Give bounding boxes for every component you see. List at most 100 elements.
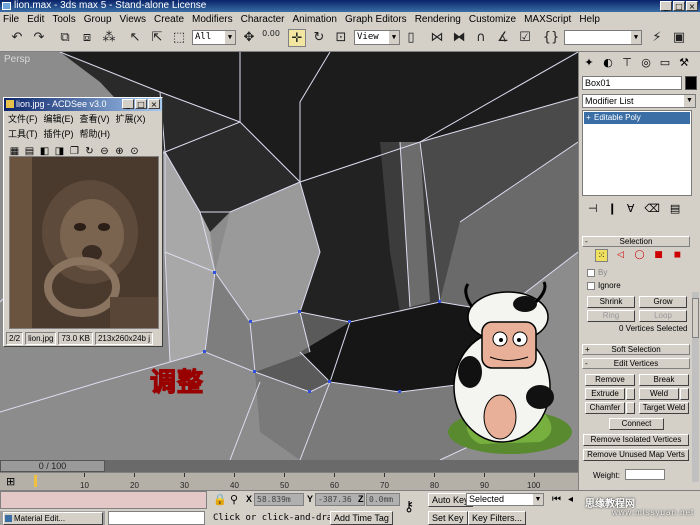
acdsee-menu-plugins[interactable]: 插件(P)	[44, 127, 74, 140]
select-icon[interactable]: ↖	[126, 29, 144, 47]
select-move-icon-alt[interactable]: ✥	[240, 29, 258, 47]
remove-isolated-vertices-button[interactable]: Remove Isolated Vertices	[583, 434, 689, 446]
pivot-center-icon[interactable]: ▯	[402, 29, 420, 47]
open-mini-curve-editor-icon[interactable]: ⊞	[6, 475, 15, 488]
edge-level-icon[interactable]: ◁	[614, 249, 627, 262]
chamfer-button[interactable]: Chamfer	[585, 402, 625, 414]
select-and-move-icon[interactable]: ✛	[288, 29, 306, 47]
acdsee-maximize-button[interactable]: □	[135, 99, 147, 109]
reference-coordinate-dropdown[interactable]: View ▼	[354, 30, 400, 45]
menu-file[interactable]: File	[3, 14, 19, 25]
redo-icon[interactable]: ↷	[30, 29, 48, 47]
menu-maxscript[interactable]: MAXScript	[524, 14, 571, 25]
utilities-tab-icon[interactable]: ⚒	[676, 55, 692, 70]
snap-toggle-icon[interactable]: ∩	[472, 29, 490, 47]
time-slider[interactable]: ‹ 0 / 100	[0, 460, 578, 472]
extrude-settings-button[interactable]	[626, 388, 635, 400]
menu-character[interactable]: Character	[241, 14, 285, 25]
soft-selection-rollout-header[interactable]: + Soft Selection	[582, 344, 690, 355]
undo-icon[interactable]: ↶	[8, 29, 26, 47]
menu-help[interactable]: Help	[579, 14, 600, 25]
make-unique-icon[interactable]: ∀	[627, 202, 635, 218]
acdsee-menu-extend[interactable]: 扩展(X)	[116, 112, 146, 125]
previous-frame-icon[interactable]: ◂	[568, 494, 573, 505]
key-icon[interactable]: ⚷	[404, 499, 414, 515]
close-button[interactable]: ×	[686, 1, 698, 11]
break-button[interactable]: Break	[639, 374, 689, 386]
motion-tab-icon[interactable]: ◎	[638, 55, 654, 70]
edit-vertices-rollout-header[interactable]: - Edit Vertices	[582, 358, 690, 369]
align-icon[interactable]: ⧓	[450, 29, 468, 47]
modifier-list-dropdown[interactable]: Modifier List ▼	[582, 94, 696, 108]
ring-button[interactable]: Ring	[587, 310, 635, 322]
maxscript-listener[interactable]	[0, 491, 207, 509]
maxscript-input[interactable]	[108, 511, 205, 525]
scrollbar-thumb[interactable]	[692, 298, 699, 338]
ignore-backfacing-checkbox[interactable]: Ignore	[587, 281, 621, 290]
maximize-button[interactable]: □	[673, 1, 685, 11]
show-end-result-icon[interactable]: ❙	[608, 202, 617, 218]
border-level-icon[interactable]: ◯	[633, 249, 646, 262]
track-bar[interactable]: ⊞ 10 20 30 40 50 60 70 80 90 100	[0, 472, 578, 490]
remove-modifier-icon[interactable]: ⌫	[644, 202, 660, 218]
set-key-button[interactable]: Set Key	[428, 511, 468, 525]
menu-create[interactable]: Create	[154, 14, 184, 25]
menu-rendering[interactable]: Rendering	[415, 14, 461, 25]
display-tab-icon[interactable]: ▭	[657, 55, 673, 70]
menu-customize[interactable]: Customize	[469, 14, 516, 25]
configure-modifier-sets-icon[interactable]: ▤	[670, 202, 680, 218]
menu-tools[interactable]: Tools	[52, 14, 75, 25]
select-and-rotate-icon[interactable]: ↻	[310, 29, 328, 47]
select-by-name-icon[interactable]: ⇱	[148, 29, 166, 47]
material-editor-icon[interactable]: ☑	[516, 29, 534, 47]
absolute-relative-icon[interactable]: ⚲	[230, 493, 238, 506]
bind-space-warp-icon[interactable]: ⁂	[100, 29, 118, 47]
key-selection-set-dropdown[interactable]: Selected ▼	[466, 493, 544, 506]
expand-icon[interactable]: +	[586, 112, 591, 124]
create-tab-icon[interactable]: ✦	[581, 55, 597, 70]
key-filters-button[interactable]: Key Filters...	[468, 511, 527, 525]
quick-render-icon[interactable]: ⚡	[648, 29, 666, 47]
extrude-button[interactable]: Extrude	[585, 388, 625, 400]
menu-edit[interactable]: Edit	[27, 14, 44, 25]
object-color-swatch[interactable]	[685, 76, 697, 90]
hierarchy-tab-icon[interactable]: ⊤	[619, 55, 635, 70]
modify-tab-icon[interactable]: ◐	[600, 55, 616, 70]
menu-group[interactable]: Group	[84, 14, 112, 25]
menu-views[interactable]: Views	[120, 14, 147, 25]
named-selection-icon[interactable]: {}	[542, 29, 560, 47]
object-name-field[interactable]: Box01	[582, 76, 682, 90]
element-level-icon[interactable]: ◼	[671, 249, 684, 262]
weld-settings-button[interactable]	[680, 388, 689, 400]
time-slider-thumb[interactable]: 0 / 100	[0, 460, 105, 472]
by-vertex-checkbox[interactable]: By	[587, 268, 607, 277]
acdsee-menu-view[interactable]: 查看(V)	[80, 112, 110, 125]
render-scene-icon[interactable]: ▣	[670, 29, 688, 47]
acdsee-menu-help[interactable]: 帮助(H)	[80, 127, 111, 140]
z-coordinate-field[interactable]: 0.0mm	[366, 493, 400, 506]
acdsee-menu-file[interactable]: 文件(F)	[8, 112, 38, 125]
link-icon[interactable]: ⧉	[56, 29, 74, 47]
lock-selection-icon[interactable]: 🔒	[213, 493, 227, 506]
mirror-icon[interactable]: ⋈	[428, 29, 446, 47]
loop-button[interactable]: Loop	[639, 310, 687, 322]
target-weld-button[interactable]: Target Weld	[639, 402, 689, 414]
minimize-button[interactable]: _	[660, 1, 672, 11]
region-select-icon[interactable]: ⬚	[170, 29, 188, 47]
unlink-icon[interactable]: ⧈	[78, 29, 96, 47]
select-and-scale-icon[interactable]: ⊡	[332, 29, 350, 47]
weld-button[interactable]: Weld	[639, 388, 679, 400]
selection-filter-dropdown[interactable]: All ▼	[192, 30, 236, 45]
vertex-level-icon[interactable]: ⁙	[595, 249, 608, 262]
grow-button[interactable]: Grow	[639, 296, 687, 308]
acdsee-minimize-button[interactable]: _	[122, 99, 134, 109]
weight-input[interactable]	[625, 469, 665, 480]
selection-rollout-header[interactable]: - Selection	[582, 236, 690, 247]
add-time-tag-button[interactable]: Add Time Tag	[330, 511, 393, 525]
menu-modifiers[interactable]: Modifiers	[192, 14, 233, 25]
acdsee-menu-edit[interactable]: 编辑(E)	[44, 112, 74, 125]
command-panel-scrollbar[interactable]	[692, 292, 699, 482]
named-selection-dropdown[interactable]: ▼	[564, 30, 642, 45]
menu-animation[interactable]: Animation	[293, 14, 337, 25]
stack-item-editable-poly[interactable]: + Editable Poly	[584, 112, 690, 124]
